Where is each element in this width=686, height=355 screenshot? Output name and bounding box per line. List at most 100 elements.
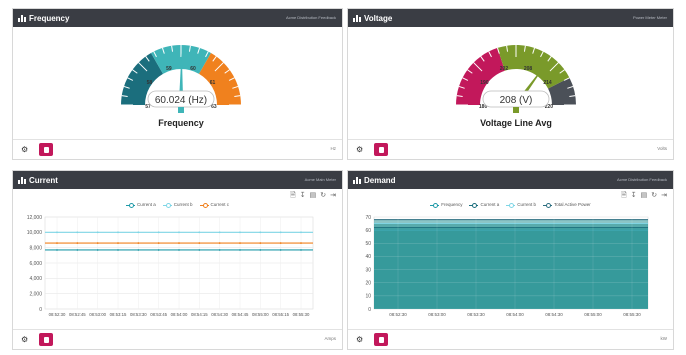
data-point	[198, 231, 201, 234]
gear-icon[interactable]: ⚙	[356, 145, 368, 154]
trash-icon	[378, 336, 384, 343]
legend-label: Current c	[210, 202, 230, 207]
data-point	[157, 231, 160, 234]
delete-button[interactable]	[39, 333, 53, 346]
bar-chart-icon	[353, 176, 362, 184]
x-tick-label: 08:53:45	[150, 312, 167, 317]
legend-item[interactable]: Current a	[125, 202, 156, 208]
y-tick-label: 4,000	[29, 276, 42, 282]
document-icon[interactable]: 🗎	[621, 191, 627, 202]
legend-label: Current b	[173, 202, 193, 207]
legend-item[interactable]: Current b	[506, 202, 536, 208]
x-tick-label: 08:55:00	[584, 312, 602, 317]
panel-title: Current	[29, 175, 58, 185]
unit-label: kW	[660, 336, 668, 341]
download-icon[interactable]: ↧	[300, 191, 306, 202]
bar-chart-icon	[18, 14, 27, 22]
x-tick-label: 08:55:30	[293, 312, 310, 317]
delete-button[interactable]	[39, 143, 53, 156]
gear-icon[interactable]: ⚙	[356, 335, 368, 344]
gear-icon[interactable]: ⚙	[21, 335, 33, 344]
document-icon[interactable]: 🗎	[290, 191, 296, 202]
x-tick-label: 08:54:00	[506, 312, 524, 317]
download-icon[interactable]: ↧	[631, 191, 637, 202]
refresh-icon[interactable]: ↻	[651, 191, 657, 202]
x-tick-label: 08:54:30	[211, 312, 228, 317]
y-tick-label: 2,000	[29, 291, 42, 297]
y-tick-label: 70	[365, 215, 371, 221]
bar-chart-icon	[18, 176, 27, 184]
x-tick-label: 08:53:30	[467, 312, 485, 317]
x-tick-label: 08:53:00	[89, 312, 106, 317]
gauge-value: 60.024 (Hz)	[155, 95, 207, 106]
chart-legend: Frequency Current a Current b Total Active …	[348, 202, 673, 208]
x-tick-label: 08:53:30	[130, 312, 147, 317]
data-point	[157, 249, 160, 251]
legend-item[interactable]: Current c	[199, 202, 230, 208]
x-tick-label: 08:52:30	[389, 312, 407, 317]
legend-item[interactable]: Frequency	[430, 202, 462, 208]
frequency-gauge: 575859 60616360.024 (Hz)Frequency	[121, 44, 241, 128]
y-tick-label: 6,000	[29, 261, 42, 267]
trash-icon	[43, 336, 49, 343]
x-tick-label: 08:54:45	[232, 312, 249, 317]
delete-button[interactable]	[374, 333, 388, 346]
legend-swatch	[199, 202, 209, 208]
export-icon[interactable]: ⇥	[330, 191, 336, 202]
data-point	[157, 242, 160, 244]
data-point	[117, 231, 119, 234]
bar-chart-icon[interactable]: ▤	[641, 191, 648, 202]
bar-chart-icon[interactable]: ▤	[310, 191, 317, 202]
legend-label: Total Active Power	[554, 202, 591, 207]
gauge-tick-label: 60	[190, 66, 196, 72]
data-point	[259, 242, 262, 244]
data-point	[96, 249, 99, 251]
gauge-tick-label: 61	[210, 80, 216, 86]
data-point	[239, 242, 241, 244]
refresh-icon[interactable]: ↻	[320, 191, 326, 202]
trash-icon	[43, 146, 49, 153]
gauge-tick-label: 190	[480, 80, 489, 86]
data-point	[96, 231, 99, 234]
data-point	[137, 249, 140, 251]
data-point	[137, 242, 140, 244]
data-point	[76, 231, 79, 234]
y-tick-label: 0	[368, 307, 371, 313]
data-point	[300, 231, 302, 234]
y-tick-label: 30	[365, 267, 371, 273]
panel-header: Demand Acme Distribution Feedback	[348, 171, 673, 189]
data-point	[279, 242, 282, 244]
data-point	[218, 242, 221, 244]
demand-area-chart: 0 10 20 30 40 50 60 70 08:52:30 08:53:00 08:53:30 0…	[365, 215, 649, 317]
export-icon[interactable]: ⇥	[661, 191, 667, 202]
panel-title: Demand	[364, 175, 396, 185]
frequency-panel: Frequency Acme Distribution Feedback 57 5…	[12, 8, 343, 160]
gauge-value: 208 (V)	[500, 95, 533, 106]
legend-item[interactable]: Current a	[469, 202, 499, 208]
unit-label: Amps	[324, 336, 336, 341]
legend-item[interactable]: Total Active Power	[543, 202, 591, 208]
data-point	[137, 231, 140, 234]
y-tick-label: 20	[365, 281, 371, 287]
x-tick-label: 08:53:00	[428, 312, 446, 317]
data-point	[56, 231, 58, 234]
panel-footer: ⚙ Hz	[13, 139, 342, 159]
delete-button[interactable]	[374, 143, 388, 156]
data-point	[218, 249, 221, 251]
panel-header: Frequency Acme Distribution Feedback	[13, 9, 342, 27]
chart-legend: Current a Current b Current c	[13, 202, 342, 208]
data-point	[239, 231, 241, 234]
gear-icon[interactable]: ⚙	[21, 145, 33, 154]
x-tick-label: 08:54:00	[171, 312, 188, 317]
x-tick-label: 08:55:00	[252, 312, 269, 317]
legend-item[interactable]: Current b	[162, 202, 193, 208]
data-point	[76, 242, 79, 244]
x-tick-label: 08:53:15	[110, 312, 127, 317]
panel-subtitle: Acme Main Meter	[304, 177, 336, 182]
legend-swatch	[506, 202, 516, 208]
data-point	[178, 249, 180, 251]
y-tick-label: 10	[365, 294, 371, 300]
legend-swatch	[125, 202, 135, 208]
data-point	[259, 231, 262, 234]
panel-title: Voltage	[364, 13, 393, 23]
